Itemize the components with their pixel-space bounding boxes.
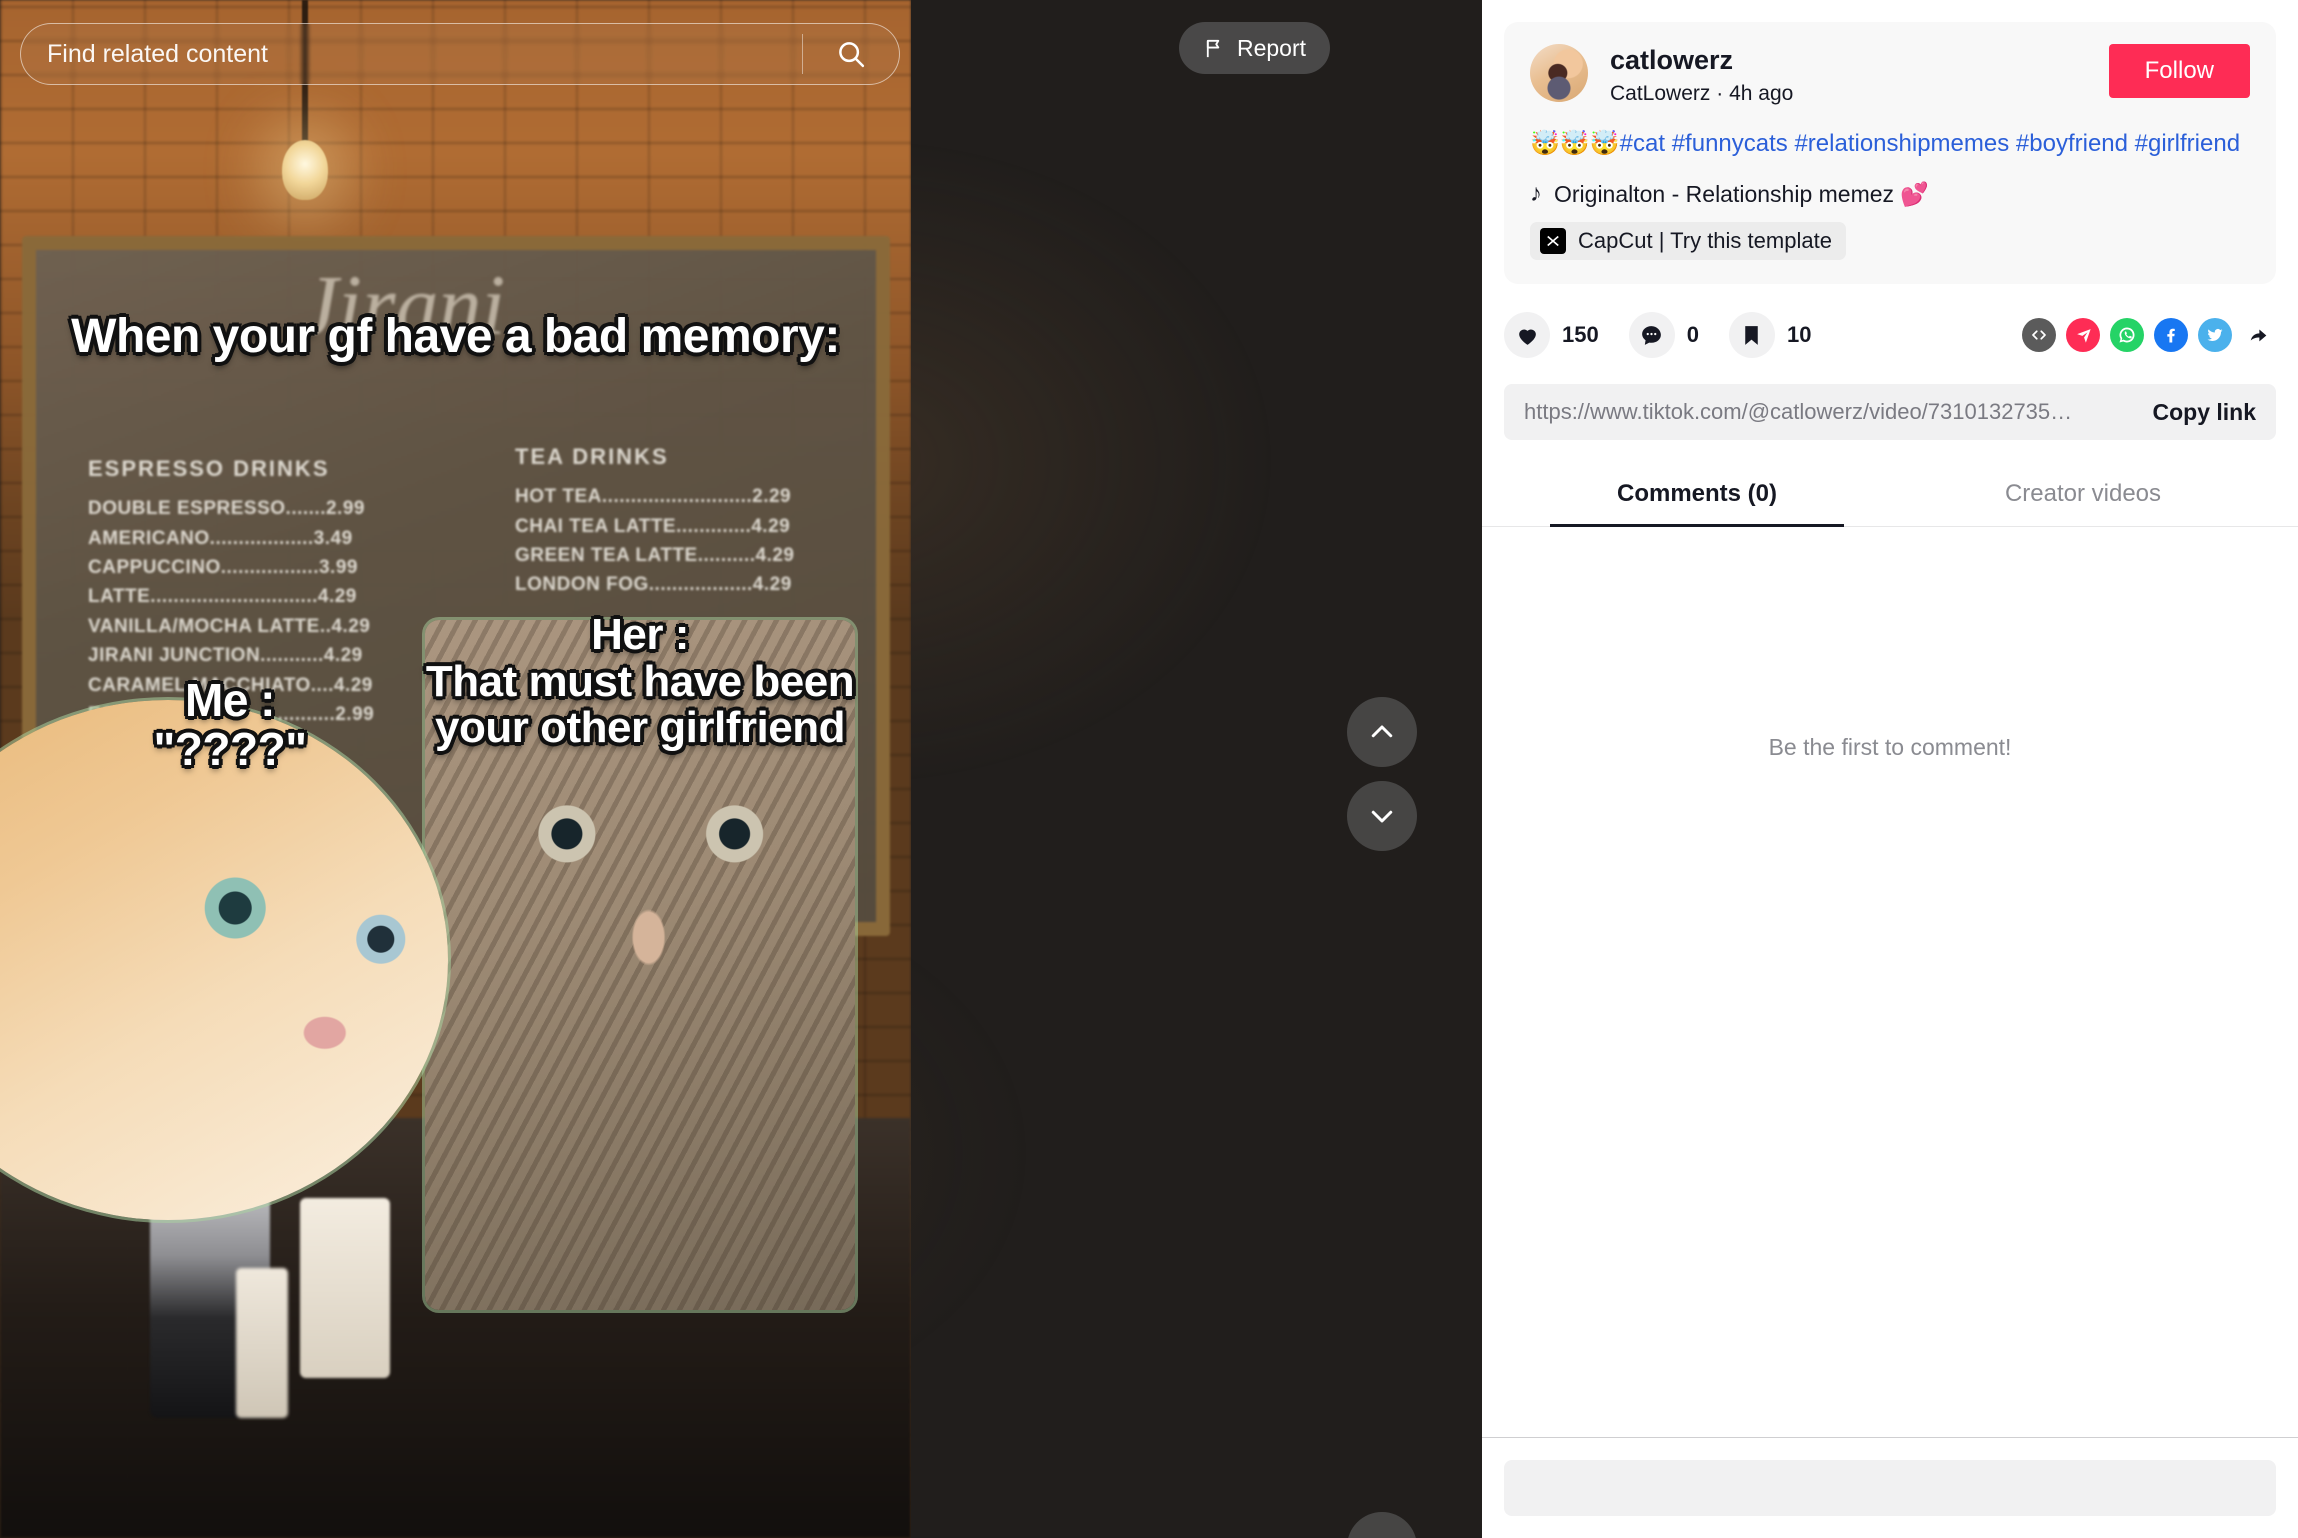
menu-row: AMERICANO..................3.49 bbox=[88, 527, 353, 549]
twitter-icon[interactable] bbox=[2198, 318, 2232, 353]
flag-icon bbox=[1206, 39, 1220, 57]
hashtag-cat[interactable]: #cat bbox=[1620, 130, 1665, 157]
comment-input[interactable] bbox=[1504, 1460, 2276, 1516]
hashtag-girlfriend[interactable]: #girlfriend bbox=[2135, 130, 2240, 157]
follow-button[interactable]: Follow bbox=[2108, 44, 2250, 98]
capcut-template-link[interactable]: CapCut | Try this template bbox=[1530, 222, 1846, 261]
comment-compose-bar bbox=[1482, 1437, 2298, 1538]
menu-row: CAPPUCCINO.................3.99 bbox=[88, 556, 358, 578]
capcut-icon bbox=[1540, 228, 1566, 255]
espresso-menu-header: ESPRESSO DRINKS bbox=[88, 456, 330, 481]
cup-stack-small bbox=[236, 1268, 288, 1418]
author-meta: catlowerz CatLowerz · 4h ago bbox=[1610, 44, 2109, 106]
panel-tabs: Comments (0) Creator videos bbox=[1482, 466, 2298, 528]
music-title: Originalton - Relationship memez 💕 bbox=[1554, 180, 1930, 207]
cup-stack bbox=[300, 1198, 390, 1378]
hashtag-funnycats[interactable]: #funnycats bbox=[1672, 130, 1788, 157]
caption-top: When your gf have a bad memory: bbox=[71, 310, 840, 363]
search-icon bbox=[839, 42, 865, 68]
menu-row: JIRANI JUNCTION...........4.29 bbox=[88, 645, 363, 667]
light-bulb bbox=[282, 140, 328, 200]
hashtag-boyfriend[interactable]: #boyfriend bbox=[2016, 130, 2128, 157]
share-arrow-icon[interactable] bbox=[2242, 318, 2276, 352]
caption-me: Me : "????" bbox=[100, 676, 360, 774]
menu-row: LATTE.............................4.29 bbox=[88, 586, 357, 608]
menu-row: GREEN TEA LATTE..........4.29 bbox=[515, 544, 795, 566]
video-player[interactable]: Jirani ESPRESSO DRINKS DOUBLE ESPRESSO..… bbox=[0, 0, 911, 1538]
share-url-input[interactable] bbox=[1524, 399, 2135, 426]
like-button[interactable]: 150 bbox=[1504, 312, 1599, 359]
music-note-icon: ♪ bbox=[1530, 180, 1542, 208]
comments-empty-message: Be the first to comment! bbox=[1768, 734, 2012, 761]
copy-link-row: Copy link bbox=[1504, 384, 2276, 441]
action-bar: 150 0 10 bbox=[1504, 312, 2276, 359]
report-label: Report bbox=[1236, 34, 1306, 61]
share-icon-list bbox=[2022, 318, 2276, 353]
caption-her-line1: That must have been bbox=[425, 656, 855, 706]
comment-icon bbox=[1628, 312, 1675, 359]
previous-video-button[interactable] bbox=[1347, 697, 1417, 767]
search-bar[interactable] bbox=[20, 23, 900, 85]
bookmark-count: 10 bbox=[1786, 322, 1812, 348]
music-row[interactable]: ♪ Originalton - Relationship memez 💕 bbox=[1530, 180, 2250, 208]
menu-row: VANILLA/MOCHA LATTE..4.29 bbox=[88, 615, 371, 637]
chevron-down-icon bbox=[1371, 810, 1393, 823]
caption-her-speaker: Her : bbox=[591, 610, 689, 659]
chevron-up-icon bbox=[1371, 725, 1393, 738]
tab-creator-videos[interactable]: Creator videos bbox=[1890, 466, 2276, 526]
search-input[interactable] bbox=[21, 39, 802, 69]
caption-her: Her : That must have been your other gir… bbox=[380, 610, 900, 753]
caption-me-line: "????" bbox=[153, 722, 307, 775]
comment-count: 0 bbox=[1686, 322, 1699, 348]
avatar[interactable] bbox=[1530, 44, 1588, 102]
bookmark-icon bbox=[1728, 312, 1775, 359]
menu-row: HOT TEA..........................2.29 bbox=[515, 486, 792, 508]
bookmark-button[interactable]: 10 bbox=[1728, 312, 1812, 359]
post-caption: 🤯🤯🤯#cat #funnycats #relationshipmemes #b… bbox=[1530, 128, 2250, 161]
capcut-label: CapCut | Try this template bbox=[1578, 228, 1832, 254]
heart-icon bbox=[1504, 312, 1550, 359]
video-stage: Jirani ESPRESSO DRINKS DOUBLE ESPRESSO..… bbox=[0, 0, 1482, 1538]
menu-row: LONDON FOG..................4.29 bbox=[515, 574, 792, 596]
facebook-icon[interactable] bbox=[2154, 318, 2188, 353]
author-card: catlowerz CatLowerz · 4h ago Follow 🤯🤯🤯#… bbox=[1504, 22, 2276, 285]
caption-emoji: 🤯🤯🤯 bbox=[1530, 129, 1620, 157]
author-username[interactable]: catlowerz bbox=[1610, 44, 2109, 78]
search-button[interactable] bbox=[803, 24, 899, 84]
tab-comments[interactable]: Comments (0) bbox=[1504, 466, 1890, 528]
author-subtitle: CatLowerz · 4h ago bbox=[1610, 82, 2109, 106]
report-button[interactable]: Report bbox=[1178, 22, 1330, 74]
video-info-panel: catlowerz CatLowerz · 4h ago Follow 🤯🤯🤯#… bbox=[1482, 0, 2298, 1538]
post-time: 4h ago bbox=[1729, 81, 1794, 105]
author-nickname: CatLowerz bbox=[1610, 81, 1711, 105]
like-count: 150 bbox=[1562, 322, 1599, 348]
tiktok-video-page: Jirani ESPRESSO DRINKS DOUBLE ESPRESSO..… bbox=[0, 0, 2298, 1538]
caption-her-line2: your other girlfriend bbox=[435, 703, 845, 753]
comment-button[interactable]: 0 bbox=[1628, 312, 1699, 359]
menu-row: CHAI TEA LATTE.............4.29 bbox=[515, 515, 791, 537]
author-row: catlowerz CatLowerz · 4h ago Follow bbox=[1530, 44, 2250, 106]
embed-code-icon[interactable] bbox=[2022, 318, 2056, 353]
caption-me-speaker: Me : bbox=[185, 674, 276, 726]
copy-link-button[interactable]: Copy link bbox=[2134, 399, 2256, 426]
comments-list: Be the first to comment! bbox=[1482, 527, 2298, 1437]
next-video-button[interactable] bbox=[1347, 781, 1417, 851]
send-icon[interactable] bbox=[2066, 318, 2100, 353]
hashtag-relationshipmemes[interactable]: #relationshipmemes bbox=[1794, 130, 2009, 157]
menu-row: DOUBLE ESPRESSO.......2.99 bbox=[88, 498, 365, 520]
tea-menu-header: TEA DRINKS bbox=[515, 444, 669, 469]
author-separator: · bbox=[1716, 81, 1724, 105]
whatsapp-icon[interactable] bbox=[2110, 318, 2144, 353]
